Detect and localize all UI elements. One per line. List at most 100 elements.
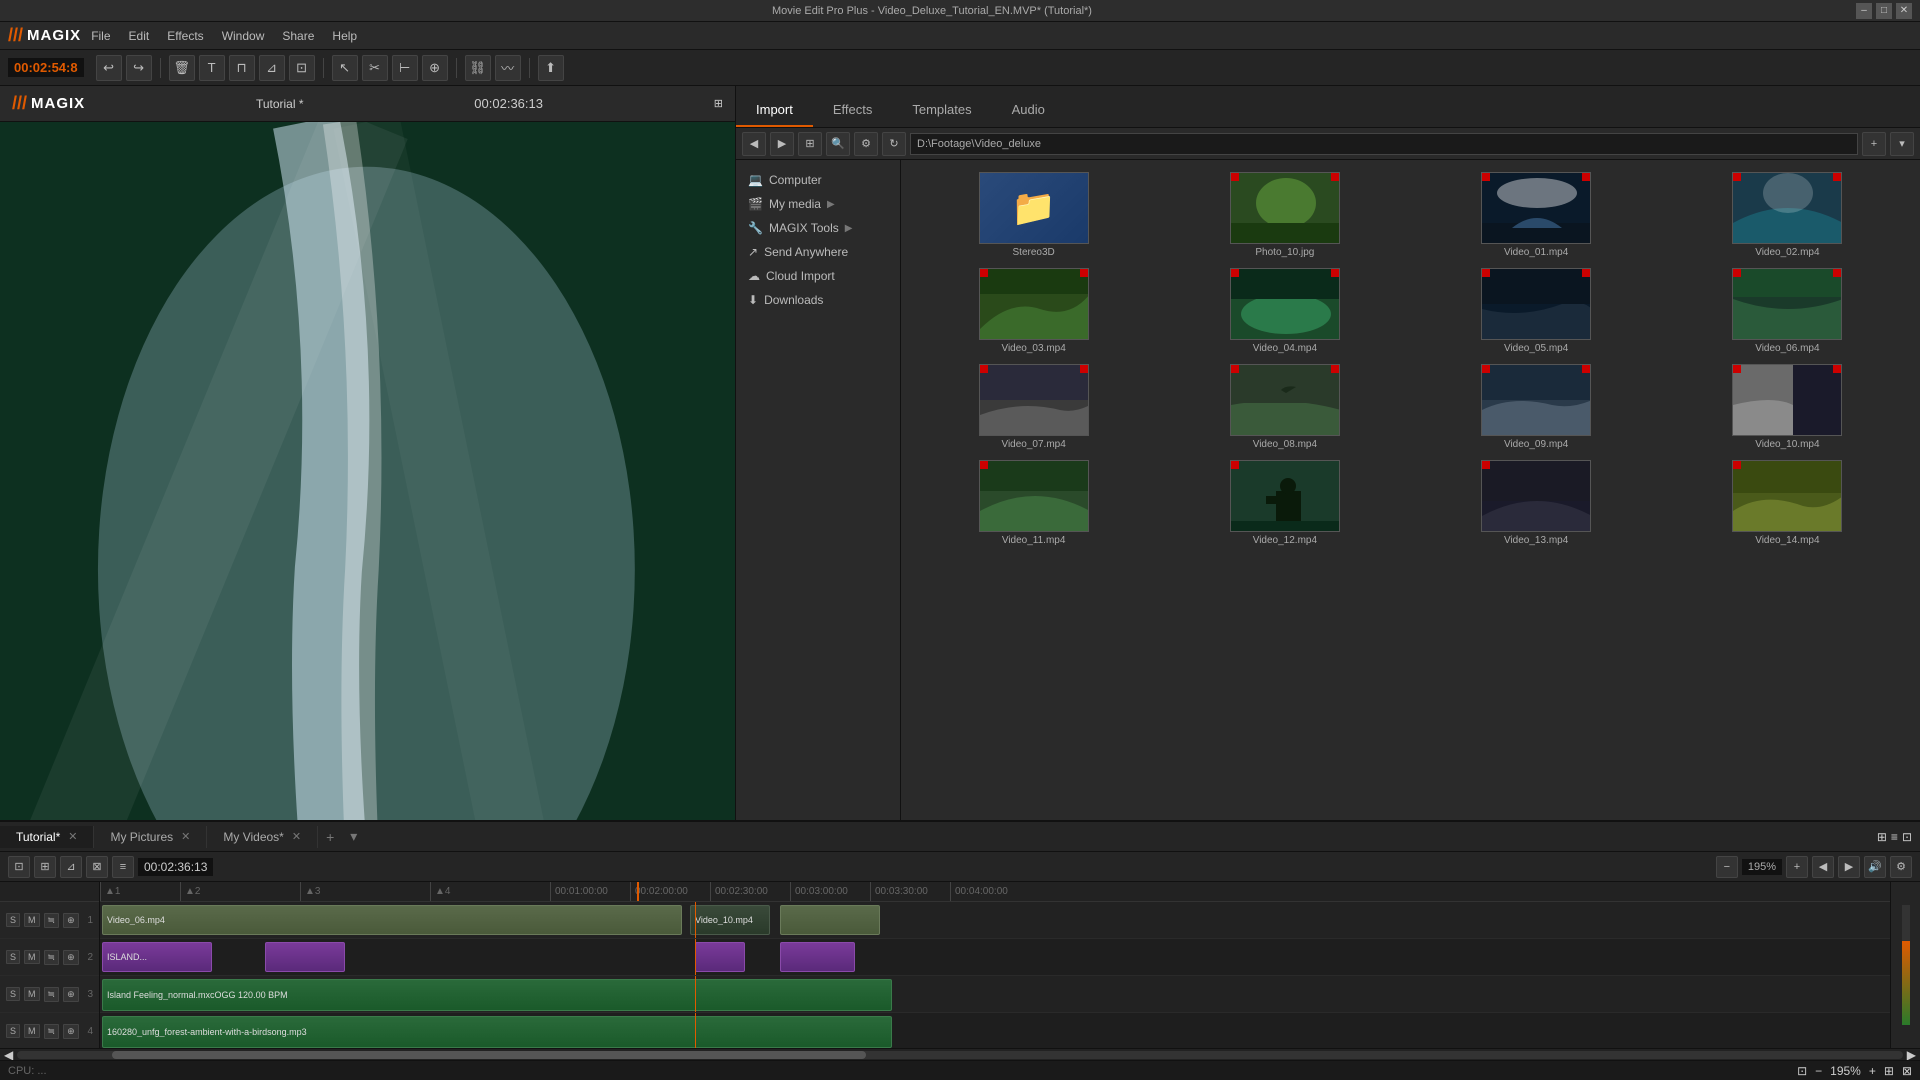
- timeline-tab-close-pictures[interactable]: ✕: [181, 830, 190, 843]
- options-button[interactable]: ▾: [1890, 132, 1914, 156]
- settings-button[interactable]: ⚙: [854, 132, 878, 156]
- menu-file[interactable]: File: [83, 26, 118, 46]
- status-btn-1[interactable]: ⊡: [1797, 1064, 1807, 1078]
- track-solo-4[interactable]: S: [6, 1024, 20, 1038]
- media-item-photo10[interactable]: Photo_10.jpg: [1160, 168, 1409, 262]
- tl-tool-1[interactable]: ⊡: [8, 856, 30, 878]
- media-item-video06[interactable]: Video_06.mp4: [1663, 264, 1912, 358]
- tl-scroll-right[interactable]: ▶: [1838, 856, 1860, 878]
- search-button[interactable]: 🔍: [826, 132, 850, 156]
- timeline-add-tab-button[interactable]: +: [318, 825, 342, 849]
- clip-video-1b[interactable]: Video_10.mp4: [690, 905, 770, 935]
- status-btn-2[interactable]: ⊞: [1884, 1064, 1894, 1078]
- sidebar-item-sendanywhere[interactable]: ↗ Send Anywhere: [736, 240, 900, 264]
- media-item-stereo3d[interactable]: 📁 Stereo3D: [909, 168, 1158, 262]
- tool-chain[interactable]: ⛓: [465, 55, 491, 81]
- tool-effect[interactable]: ⊕: [422, 55, 448, 81]
- tool-trim[interactable]: ⊡: [289, 55, 315, 81]
- preview-fullscreen-button[interactable]: ⊞: [714, 97, 723, 110]
- tool-wave[interactable]: 〰: [495, 55, 521, 81]
- menu-help[interactable]: Help: [324, 26, 365, 46]
- clip-audio-3[interactable]: Island Feeling_normal.mxcOGG 120.00 BPM: [102, 979, 892, 1011]
- back-button[interactable]: ◀: [742, 132, 766, 156]
- tool-export[interactable]: ⬆: [538, 55, 564, 81]
- clip-video-1c[interactable]: [780, 905, 880, 935]
- forward-button[interactable]: ▶: [770, 132, 794, 156]
- track-fx-4[interactable]: ⊕: [63, 1024, 79, 1039]
- timeline-tab-close-videos[interactable]: ✕: [292, 830, 301, 843]
- track-lock-4[interactable]: ≒: [44, 1024, 60, 1039]
- tool-select[interactable]: ↖: [332, 55, 358, 81]
- track-solo-2[interactable]: S: [6, 950, 20, 964]
- tab-templates[interactable]: Templates: [892, 94, 991, 127]
- tool-redo[interactable]: ↪: [126, 55, 152, 81]
- sidebar-item-cloudimport[interactable]: ☁ Cloud Import: [736, 264, 900, 288]
- tab-audio[interactable]: Audio: [992, 94, 1065, 127]
- tool-delete[interactable]: 🗑: [169, 55, 195, 81]
- timeline-view-btn-2[interactable]: ≡: [1891, 830, 1898, 844]
- minimize-button[interactable]: –: [1856, 3, 1872, 19]
- status-zoom-minus[interactable]: −: [1815, 1064, 1822, 1078]
- tl-settings-btn[interactable]: ⚙: [1890, 856, 1912, 878]
- tab-import[interactable]: Import: [736, 94, 813, 127]
- tl-zoom-in[interactable]: +: [1786, 856, 1808, 878]
- path-input[interactable]: [910, 133, 1858, 155]
- refresh-button[interactable]: ↻: [882, 132, 906, 156]
- clip-purple-2a[interactable]: ISLAND...: [102, 942, 212, 972]
- clip-purple-2b[interactable]: [265, 942, 345, 972]
- scroll-track[interactable]: [17, 1051, 1903, 1059]
- media-item-video12[interactable]: Video_12.mp4: [1160, 456, 1409, 550]
- menu-share[interactable]: Share: [274, 26, 322, 46]
- timeline-tab-close-tutorial[interactable]: ✕: [68, 830, 77, 843]
- status-zoom-plus[interactable]: +: [1869, 1064, 1876, 1078]
- timeline-view-btn-1[interactable]: ⊞: [1877, 830, 1887, 844]
- media-item-video08[interactable]: Video_08.mp4: [1160, 360, 1409, 454]
- track-lock-1[interactable]: ≒: [44, 913, 60, 928]
- track-fx-2[interactable]: ⊕: [63, 950, 79, 965]
- media-item-video03[interactable]: Video_03.mp4: [909, 264, 1158, 358]
- media-item-video13[interactable]: Video_13.mp4: [1412, 456, 1661, 550]
- media-item-video11[interactable]: Video_11.mp4: [909, 456, 1158, 550]
- grid-view-button[interactable]: ⊞: [798, 132, 822, 156]
- track-solo-3[interactable]: S: [6, 987, 20, 1001]
- close-button[interactable]: ✕: [1896, 3, 1912, 19]
- sidebar-item-computer[interactable]: 💻 Computer: [736, 168, 900, 192]
- track-mute-1[interactable]: M: [24, 913, 40, 927]
- media-item-video14[interactable]: Video_14.mp4: [1663, 456, 1912, 550]
- tool-text[interactable]: T: [199, 55, 225, 81]
- tool-snap[interactable]: ⊿: [259, 55, 285, 81]
- media-item-video09[interactable]: Video_09.mp4: [1412, 360, 1661, 454]
- media-item-video05[interactable]: Video_05.mp4: [1412, 264, 1661, 358]
- clip-audio-4[interactable]: 160280_unfg_forest-ambient-with-a-birdso…: [102, 1016, 892, 1048]
- track-fx-1[interactable]: ⊕: [63, 913, 79, 928]
- sidebar-item-mymedia[interactable]: 🎬 My media ▶: [736, 192, 900, 216]
- track-lock-2[interactable]: ≒: [44, 950, 60, 965]
- timeline-playhead[interactable]: [637, 882, 639, 901]
- track-fx-3[interactable]: ⊕: [63, 987, 79, 1002]
- clip-purple-2c[interactable]: [695, 942, 745, 972]
- menu-effects[interactable]: Effects: [159, 26, 211, 46]
- media-item-video01[interactable]: Video_01.mp4: [1412, 168, 1661, 262]
- tl-tool-2[interactable]: ⊞: [34, 856, 56, 878]
- clip-purple-2d[interactable]: [780, 942, 855, 972]
- tool-undo[interactable]: ↩: [96, 55, 122, 81]
- tl-volume-btn[interactable]: 🔊: [1864, 856, 1886, 878]
- tl-tool-5[interactable]: ≡: [112, 856, 134, 878]
- sidebar-item-magixtools[interactable]: 🔧 MAGIX Tools ▶: [736, 216, 900, 240]
- tool-marker[interactable]: ⊓: [229, 55, 255, 81]
- tool-cut[interactable]: ✂: [362, 55, 388, 81]
- tl-tool-3[interactable]: ⊿: [60, 856, 82, 878]
- track-lock-3[interactable]: ≒: [44, 987, 60, 1002]
- timeline-view-btn-3[interactable]: ⊡: [1902, 830, 1912, 844]
- status-btn-3[interactable]: ⊠: [1902, 1064, 1912, 1078]
- scroll-thumb[interactable]: [112, 1051, 866, 1059]
- maximize-button[interactable]: □: [1876, 3, 1892, 19]
- timeline-tab-pictures[interactable]: My Pictures ✕: [94, 826, 207, 848]
- media-item-video10[interactable]: Video_10.mp4: [1663, 360, 1912, 454]
- track-mute-4[interactable]: M: [24, 1024, 40, 1038]
- tl-zoom-out[interactable]: −: [1716, 856, 1738, 878]
- tl-scroll-left[interactable]: ◀: [1812, 856, 1834, 878]
- tl-tool-4[interactable]: ⊠: [86, 856, 108, 878]
- menu-window[interactable]: Window: [214, 26, 273, 46]
- timeline-tab-videos[interactable]: My Videos* ✕: [207, 826, 318, 848]
